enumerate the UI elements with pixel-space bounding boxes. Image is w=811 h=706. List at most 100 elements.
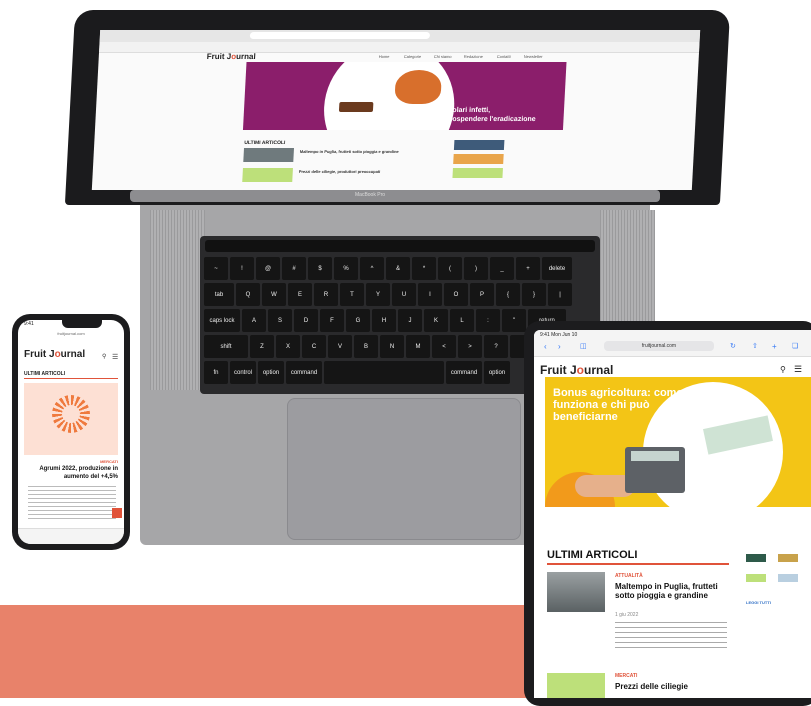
key-capslock[interactable]: caps lock	[204, 309, 240, 332]
sidebar-ad[interactable]	[452, 168, 503, 178]
key-symbol[interactable]: #	[282, 257, 306, 280]
key-option[interactable]: option	[484, 361, 510, 384]
nav-item-home[interactable]: Home	[379, 54, 390, 59]
key-f[interactable]: F	[320, 309, 344, 332]
key-symbol[interactable]: $	[308, 257, 332, 280]
menu-icon[interactable]: ☰	[112, 353, 118, 361]
site-logo[interactable]: Fruit Journal	[540, 363, 613, 377]
key-u[interactable]: U	[392, 283, 416, 306]
nav-item-categories[interactable]: Categorie	[404, 54, 422, 59]
key-b[interactable]: B	[354, 335, 378, 358]
share-icon[interactable]: ⇧	[752, 342, 758, 350]
back-icon[interactable]: ‹	[544, 342, 547, 351]
forward-icon[interactable]: ›	[558, 342, 561, 351]
key-command[interactable]: command	[446, 361, 482, 384]
address-bar[interactable]	[249, 32, 431, 39]
sidebar-ad[interactable]	[778, 554, 798, 562]
hero-banner[interactable]: Bonus agricoltura: come funziona e chi p…	[545, 377, 811, 507]
key-fn[interactable]: fn	[204, 361, 228, 384]
address-bar[interactable]: fruitjournal.com	[604, 341, 714, 351]
key-h[interactable]: H	[372, 309, 396, 332]
key-e[interactable]: E	[288, 283, 312, 306]
key-option[interactable]: option	[258, 361, 284, 384]
key-i[interactable]: I	[418, 283, 442, 306]
key-symbol[interactable]: @	[256, 257, 280, 280]
key-symbol[interactable]: >	[458, 335, 482, 358]
key-v[interactable]: V	[328, 335, 352, 358]
nav-item-about[interactable]: Chi siamo	[434, 54, 452, 59]
article-title[interactable]: Maltempo in Puglia, frutteti sotto piogg…	[300, 149, 420, 154]
key-symbol[interactable]: |	[548, 283, 572, 306]
site-logo[interactable]: Fruit Journal	[207, 52, 256, 61]
key-symbol[interactable]: {	[496, 283, 520, 306]
tabs-icon[interactable]: ❏	[792, 342, 798, 350]
search-icon[interactable]: ⚲	[102, 353, 106, 360]
key-c[interactable]: C	[302, 335, 326, 358]
key-g[interactable]: G	[346, 309, 370, 332]
key-q[interactable]: Q	[236, 283, 260, 306]
key-symbol[interactable]: ~	[204, 257, 228, 280]
key-symbol[interactable]: +	[516, 257, 540, 280]
key-command[interactable]: command	[286, 361, 322, 384]
key-symbol[interactable]: )	[464, 257, 488, 280]
key-symbol[interactable]: <	[432, 335, 456, 358]
search-icon[interactable]: ⚲	[780, 365, 786, 374]
article-thumbnail[interactable]	[243, 148, 295, 162]
key-w[interactable]: W	[262, 283, 286, 306]
key-y[interactable]: Y	[366, 283, 390, 306]
key-symbol[interactable]: &	[386, 257, 410, 280]
new-tab-icon[interactable]: +	[772, 342, 777, 351]
sidebar-ad[interactable]	[453, 154, 504, 164]
menu-icon[interactable]: ☰	[794, 364, 802, 375]
key-delete[interactable]: delete	[542, 257, 572, 280]
key-symbol[interactable]: %	[334, 257, 358, 280]
key-space[interactable]	[324, 361, 444, 384]
key-k[interactable]: K	[424, 309, 448, 332]
key-symbol[interactable]: "	[502, 309, 526, 332]
read-all-link[interactable]: LEGGI TUTTI	[746, 600, 771, 605]
article-category[interactable]: ATTUALITÀ	[615, 573, 643, 579]
key-r[interactable]: R	[314, 283, 338, 306]
key-m[interactable]: M	[406, 335, 430, 358]
key-symbol[interactable]: !	[230, 257, 254, 280]
floating-action-button[interactable]	[112, 508, 122, 518]
key-t[interactable]: T	[340, 283, 364, 306]
site-logo[interactable]: Fruit Journal	[24, 349, 85, 360]
key-a[interactable]: A	[242, 309, 266, 332]
key-n[interactable]: N	[380, 335, 404, 358]
reload-icon[interactable]: ↻	[730, 342, 736, 350]
key-control[interactable]: control	[230, 361, 256, 384]
key-symbol[interactable]: (	[438, 257, 462, 280]
hero-banner[interactable]: Ulivi secolari infetti, mai far sospende…	[242, 62, 567, 130]
sidebar-ad[interactable]	[746, 554, 766, 562]
address-bar[interactable]: fruitjournal.com	[46, 331, 96, 336]
touch-bar[interactable]	[205, 240, 595, 252]
key-p[interactable]: P	[470, 283, 494, 306]
article-title[interactable]: Prezzi delle ciliegie, produttori preocc…	[299, 169, 419, 174]
key-x[interactable]: X	[276, 335, 300, 358]
key-d[interactable]: D	[294, 309, 318, 332]
article-thumbnail[interactable]	[547, 572, 605, 612]
key-s[interactable]: S	[268, 309, 292, 332]
trackpad[interactable]	[287, 398, 521, 540]
article-thumbnail[interactable]	[547, 673, 605, 698]
article-thumbnail[interactable]	[242, 168, 293, 182]
nav-item-contacts[interactable]: Contatti	[497, 54, 511, 59]
nav-item-newsletter[interactable]: Newsletter	[524, 54, 543, 59]
article-title[interactable]: Agrumi 2022, produzione in aumento del +…	[24, 465, 118, 481]
sidebar-ad[interactable]	[778, 574, 798, 582]
key-z[interactable]: Z	[250, 335, 274, 358]
sidebar-ad[interactable]	[746, 574, 766, 582]
article-category[interactable]: MERCATI	[24, 459, 118, 464]
key-symbol[interactable]: :	[476, 309, 500, 332]
article-image[interactable]	[24, 383, 118, 455]
key-tab[interactable]: tab	[204, 283, 234, 306]
key-symbol[interactable]: ?	[484, 335, 508, 358]
key-o[interactable]: O	[444, 283, 468, 306]
key-symbol[interactable]: *	[412, 257, 436, 280]
key-symbol[interactable]: }	[522, 283, 546, 306]
key-symbol[interactable]: _	[490, 257, 514, 280]
sidebar-ad[interactable]	[453, 140, 505, 150]
key-j[interactable]: J	[398, 309, 422, 332]
bookmarks-icon[interactable]: ◫	[580, 342, 587, 350]
